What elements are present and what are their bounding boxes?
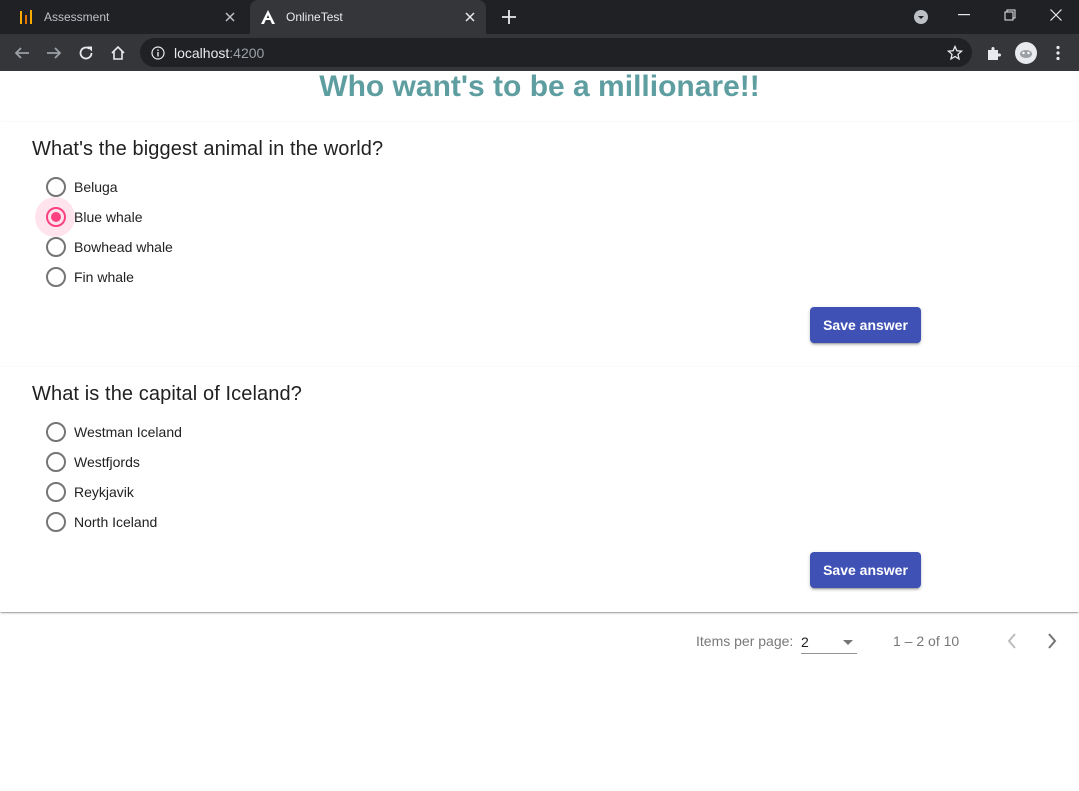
radio-label[interactable]: Westman Iceland <box>74 424 182 440</box>
profile-avatar-icon[interactable] <box>1012 39 1040 67</box>
reload-icon[interactable] <box>72 39 100 67</box>
radio-label[interactable]: Reykjavik <box>74 484 134 500</box>
save-answer-button[interactable]: Save answer <box>810 307 921 343</box>
page-range-label: 1 – 2 of 10 <box>893 633 960 649</box>
radio-option[interactable]: Blue whale <box>35 197 173 237</box>
restore-icon[interactable] <box>987 0 1033 30</box>
paginator: Items per page: 2 1 – 2 of 10 <box>0 613 1079 669</box>
forward-arrow-icon[interactable] <box>40 39 68 67</box>
angular-favicon-icon <box>260 9 276 25</box>
chevron-left-icon <box>1007 633 1016 649</box>
new-tab-icon[interactable] <box>497 6 521 28</box>
bookmark-star-icon[interactable] <box>946 44 964 62</box>
radio-button[interactable] <box>46 422 66 442</box>
radio-button[interactable] <box>46 482 66 502</box>
radio-button[interactable] <box>46 512 66 532</box>
radio-group: Westman Iceland Westfjords Reykjavik Nor… <box>35 417 182 537</box>
radio-label[interactable]: Fin whale <box>74 269 134 285</box>
previous-page-button[interactable] <box>994 623 1030 659</box>
radio-button[interactable] <box>46 452 66 472</box>
radio-option[interactable]: Bowhead whale <box>35 232 173 262</box>
radio-option[interactable]: North Iceland <box>35 507 182 537</box>
radio-label[interactable]: Bowhead whale <box>74 239 173 255</box>
url-text: localhost:4200 <box>174 44 265 61</box>
radio-option[interactable]: Westman Iceland <box>35 417 182 447</box>
radio-option[interactable]: Westfjords <box>35 447 182 477</box>
question-card: What's the biggest animal in the world? … <box>0 122 1079 367</box>
radio-label[interactable]: North Iceland <box>74 514 157 530</box>
page-content: Who want's to be a millionare!! What's t… <box>0 71 1079 791</box>
radio-group: Beluga Blue whale Bowhead whale Fin whal… <box>35 172 173 292</box>
extensions-puzzle-icon[interactable] <box>980 39 1008 67</box>
radio-button[interactable] <box>46 237 66 257</box>
chevron-right-icon <box>1048 633 1057 649</box>
analytics-favicon-icon <box>18 9 34 25</box>
radio-option[interactable]: Reykjavik <box>35 477 182 507</box>
question-text: What is the capital of Iceland? <box>32 383 302 405</box>
items-per-page-label: Items per page: <box>696 633 794 649</box>
items-per-page-select[interactable]: 2 <box>801 630 857 654</box>
page-title: Who want's to be a millionare!! <box>319 70 760 103</box>
radio-button[interactable] <box>46 267 66 287</box>
question-text: What's the biggest animal in the world? <box>32 138 384 160</box>
site-info-icon[interactable] <box>150 45 166 61</box>
radio-label[interactable]: Beluga <box>74 179 118 195</box>
tab-title: Assessment <box>44 10 110 24</box>
radio-label[interactable]: Blue whale <box>74 209 143 225</box>
radio-label[interactable]: Westfjords <box>74 454 140 470</box>
tab-assessment[interactable]: Assessment <box>8 0 246 34</box>
close-tab-icon[interactable] <box>460 7 480 27</box>
tab-search-icon[interactable] <box>910 7 932 27</box>
home-icon[interactable] <box>104 39 132 67</box>
address-bar[interactable]: localhost:4200 <box>140 38 972 67</box>
tab-title: OnlineTest <box>286 10 343 24</box>
save-answer-button[interactable]: Save answer <box>810 552 921 588</box>
browser-menu-icon[interactable] <box>1044 39 1072 67</box>
browser-tab-strip: Assessment OnlineTest <box>0 0 1079 34</box>
close-tab-icon[interactable] <box>220 7 240 27</box>
minimize-icon[interactable] <box>941 0 987 30</box>
dropdown-arrow-icon <box>843 640 853 645</box>
close-window-icon[interactable] <box>1033 0 1079 30</box>
radio-option[interactable]: Fin whale <box>35 262 173 292</box>
radio-button-selected[interactable] <box>46 207 66 227</box>
next-page-button[interactable] <box>1034 623 1070 659</box>
back-arrow-icon[interactable] <box>8 39 36 67</box>
radio-button[interactable] <box>46 177 66 197</box>
browser-toolbar: localhost:4200 <box>0 34 1079 71</box>
items-per-page-value: 2 <box>801 634 809 650</box>
tab-onlinetest[interactable]: OnlineTest <box>250 0 486 34</box>
question-card: What is the capital of Iceland? Westman … <box>0 367 1079 612</box>
